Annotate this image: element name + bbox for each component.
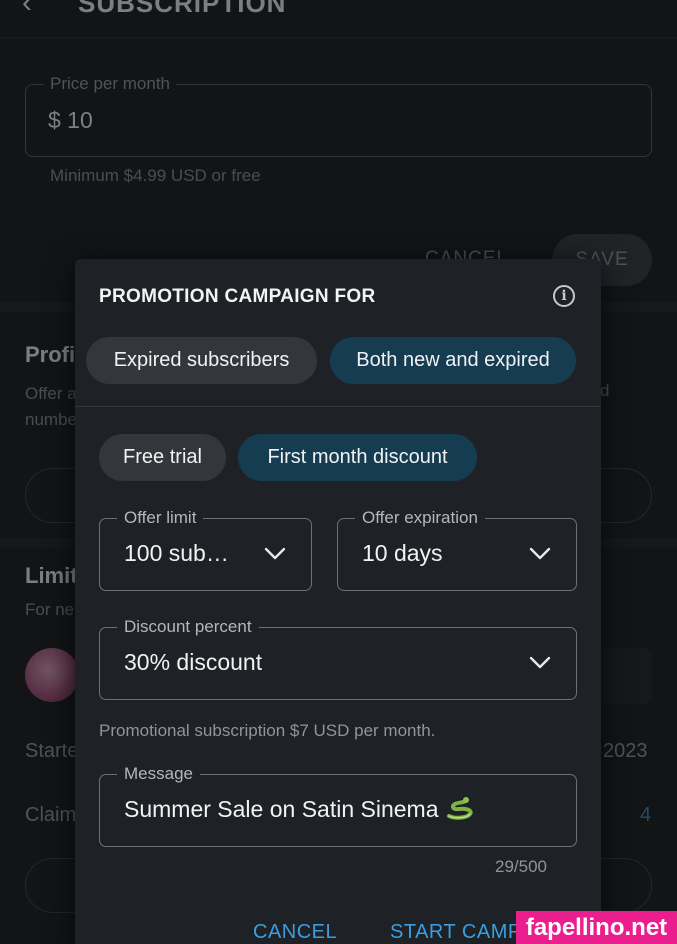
discount-percent-label: Discount percent: [117, 617, 259, 637]
cancel-button[interactable]: CANCEL: [253, 921, 337, 944]
top-bar: ‹ SUBSCRIPTION: [0, 0, 677, 38]
dialog-divider: [75, 406, 601, 407]
start-campaign-button[interactable]: START CAMP: [390, 921, 522, 944]
snake-emoji-icon: [446, 797, 473, 820]
offer-expiration-label: Offer expiration: [355, 508, 485, 528]
offer-expiration-value: 10 days: [362, 540, 443, 566]
info-icon[interactable]: i: [553, 285, 575, 307]
profile-section-heading: Profi: [25, 342, 76, 367]
message-value: Summer Sale on Satin Sinema: [124, 796, 475, 823]
discount-percent-value: 30% discount: [124, 649, 263, 675]
started-label: Starte: [25, 740, 79, 762]
message-text: Summer Sale on Satin Sinema: [124, 796, 439, 822]
profile-section-text-right: d: [600, 381, 610, 400]
offer-limit-label: Offer limit: [117, 508, 204, 528]
offer-expiration-select[interactable]: Offer expiration 10 days: [337, 508, 577, 591]
price-field[interactable]: Price per month $ 10: [25, 74, 652, 157]
offer-type-free-trial[interactable]: Free trial: [99, 434, 226, 481]
avatar: [25, 648, 79, 702]
chevron-down-icon: [264, 547, 286, 560]
audience-option-both[interactable]: Both new and expired: [330, 337, 576, 384]
price-field-value: $ 10: [48, 107, 93, 133]
audience-selector: Expired subscribers Both new and expired: [75, 337, 601, 407]
discount-percent-select[interactable]: Discount percent 30% discount: [99, 617, 577, 700]
dialog-title: PROMOTION CAMPAIGN FOR: [99, 286, 376, 307]
offer-limit-select[interactable]: Offer limit 100 sub…: [99, 508, 312, 591]
offer-type-first-month-discount[interactable]: First month discount: [238, 434, 477, 481]
message-char-counter: 29/500: [495, 857, 547, 876]
promotion-campaign-dialog: PROMOTION CAMPAIGN FOR i Expired subscri…: [75, 259, 601, 944]
limited-section-text: For ne: [25, 600, 75, 619]
limited-section-heading: Limit: [25, 563, 78, 588]
watermark: fapellino.net: [516, 911, 677, 944]
claimed-label: Claim: [25, 804, 77, 826]
started-year: 2023: [603, 740, 648, 762]
back-arrow-icon[interactable]: ‹: [22, 0, 32, 20]
page-title: SUBSCRIPTION: [78, 0, 287, 18]
message-input[interactable]: Message Summer Sale on Satin Sinema: [99, 764, 577, 847]
price-field-label: Price per month: [44, 74, 176, 94]
offer-limit-value: 100 sub…: [124, 540, 229, 566]
price-hint: Minimum $4.99 USD or free: [50, 166, 261, 185]
audience-option-expired[interactable]: Expired subscribers: [86, 337, 317, 384]
chevron-down-icon: [529, 547, 551, 560]
promo-price-hint: Promotional subscription $7 USD per mont…: [99, 721, 436, 740]
chevron-down-icon: [529, 656, 551, 669]
message-label: Message: [117, 764, 200, 784]
claimed-count: 4: [640, 804, 652, 826]
